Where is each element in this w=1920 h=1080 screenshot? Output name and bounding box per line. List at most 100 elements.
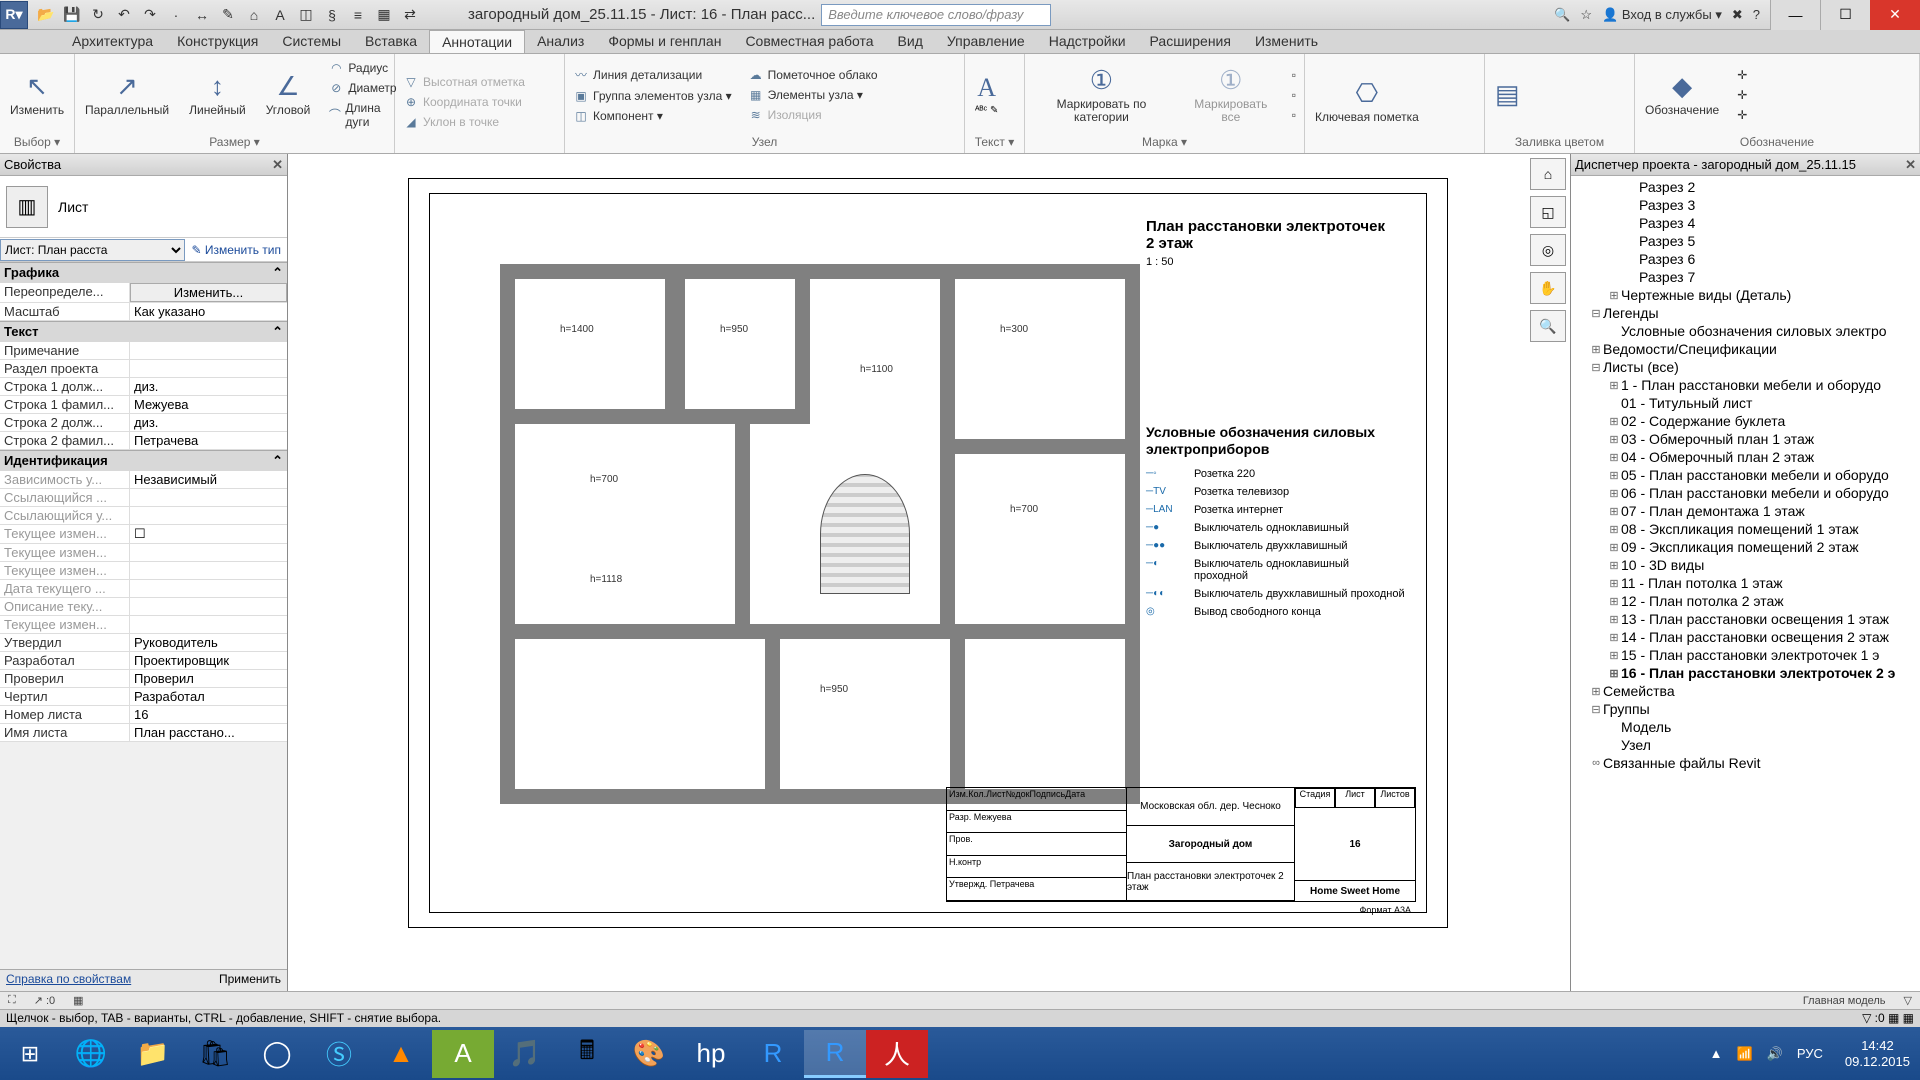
close-hidden-icon[interactable]: ▦ <box>374 5 394 25</box>
chrome-icon[interactable]: ◯ <box>246 1030 308 1078</box>
tag-icon[interactable]: ⌂ <box>244 5 264 25</box>
close-icon[interactable]: ✕ <box>1905 157 1916 173</box>
ribbon-tab[interactable]: Вставка <box>353 30 429 53</box>
revit-icon[interactable]: R <box>804 1030 866 1078</box>
close-icon[interactable]: ✕ <box>272 157 283 173</box>
symbol-button[interactable]: ◆Обозначение <box>1639 67 1725 121</box>
search-input[interactable]: Введите ключевое слово/фразу <box>821 4 1051 26</box>
print-icon[interactable]: · <box>166 5 186 25</box>
ribbon-tab[interactable]: Расширения <box>1138 30 1243 53</box>
ribbon-tab[interactable]: Совместная работа <box>733 30 885 53</box>
network-icon[interactable]: 📶 <box>1737 1046 1753 1062</box>
linear-dim-button[interactable]: ↕Линейный <box>183 67 252 121</box>
filter-icon[interactable]: ▽ <box>1904 994 1912 1007</box>
lang-indicator[interactable]: РУС <box>1797 1046 1823 1061</box>
ribbon-tab[interactable]: Архитектура <box>60 30 165 53</box>
ie-icon[interactable]: 🌐 <box>60 1030 122 1078</box>
volume-icon[interactable]: 🔊 <box>1767 1046 1783 1062</box>
angular-dim-button[interactable]: ∠Угловой <box>260 67 317 121</box>
arc-length-button[interactable]: ⌒Длина дуги <box>324 99 400 131</box>
home-icon[interactable]: ⌂ <box>1530 158 1566 190</box>
tree-node[interactable]: ⊞03 - Обмерочный план 1 этаж <box>1571 430 1920 448</box>
help-icon[interactable]: ? <box>1753 7 1760 22</box>
tree-node[interactable]: ⊞16 - План расстановки электроточек 2 э <box>1571 664 1920 682</box>
keynote-button[interactable]: ⎔Ключевая пометка <box>1309 74 1425 128</box>
app-menu-button[interactable]: R▾ <box>0 1 28 29</box>
explorer-icon[interactable]: 📁 <box>122 1030 184 1078</box>
calc-icon[interactable]: 🖩 <box>556 1030 618 1078</box>
hp-icon[interactable]: hp <box>680 1030 742 1078</box>
scale-value[interactable]: Как указано <box>130 303 287 320</box>
tree-node[interactable]: Условные обозначения силовых электро <box>1571 322 1920 340</box>
ribbon-tab[interactable]: Аннотации <box>429 30 525 53</box>
tree-node[interactable]: ⊞Ведомости/Спецификации <box>1571 340 1920 358</box>
tree-node[interactable]: ⊞14 - План расстановки освещения 2 этаж <box>1571 628 1920 646</box>
switch-windows-icon[interactable]: ⇄ <box>400 5 420 25</box>
tree-node[interactable]: ⊞05 - План расстановки мебели и оборудо <box>1571 466 1920 484</box>
wheel-icon[interactable]: ◎ <box>1530 234 1566 266</box>
properties-help-link[interactable]: Справка по свойствам <box>6 972 131 989</box>
exchange-icon[interactable]: ✖ <box>1732 7 1743 23</box>
tree-node[interactable]: ⊞09 - Экспликация помещений 2 этаж <box>1571 538 1920 556</box>
undo-icon[interactable]: ↶ <box>114 5 134 25</box>
tree-node[interactable]: ⊞07 - План демонтажа 1 этаж <box>1571 502 1920 520</box>
default3d-icon[interactable]: ◫ <box>296 5 316 25</box>
project-tree[interactable]: Разрез 2Разрез 3Разрез 4Разрез 5Разрез 6… <box>1571 176 1920 991</box>
tree-node[interactable]: Разрез 3 <box>1571 196 1920 214</box>
tree-node[interactable]: ⊟Листы (все) <box>1571 358 1920 376</box>
skype-icon[interactable]: Ⓢ <box>308 1030 370 1078</box>
tree-node[interactable]: Узел <box>1571 736 1920 754</box>
close-button[interactable]: ✕ <box>1870 0 1920 30</box>
sync-icon[interactable]: ↻ <box>88 5 108 25</box>
search-icon[interactable]: 🔍 <box>1554 7 1570 23</box>
scale-icon[interactable]: ⛶ <box>8 994 16 1007</box>
category-header[interactable]: Графика⌃ <box>0 262 287 283</box>
tree-node[interactable]: Разрез 2 <box>1571 178 1920 196</box>
floor-plan[interactable]: h=1400 h=950 h=1100 h=300 h=700 h=1118 h… <box>460 224 1170 844</box>
tree-node[interactable]: 01 - Титульный лист <box>1571 394 1920 412</box>
tree-node[interactable]: Модель <box>1571 718 1920 736</box>
text-icon[interactable]: A <box>270 5 290 25</box>
tree-node[interactable]: ⊞08 - Экспликация помещений 1 этаж <box>1571 520 1920 538</box>
paint-icon[interactable]: 🎨 <box>618 1030 680 1078</box>
tree-node[interactable]: ⊞13 - План расстановки освещения 1 этаж <box>1571 610 1920 628</box>
store-icon[interactable]: 🛍 <box>184 1030 246 1078</box>
diameter-button[interactable]: ⊘Диаметр <box>324 79 400 97</box>
thin-lines-icon[interactable]: ≡ <box>348 5 368 25</box>
tree-node[interactable]: ⊟Группы <box>1571 700 1920 718</box>
override-button[interactable]: Изменить... <box>130 283 287 302</box>
ribbon-tab[interactable]: Управление <box>935 30 1037 53</box>
category-header[interactable]: Идентификация⌃ <box>0 450 287 471</box>
signin-button[interactable]: 👤 Вход в службы ▾ <box>1602 7 1722 23</box>
detail-group-button[interactable]: ▣Группа элементов узла ▾ <box>569 87 736 105</box>
ribbon-tab[interactable]: Изменить <box>1243 30 1330 53</box>
ribbon-tab[interactable]: Формы и генплан <box>596 30 733 53</box>
detail-line-button[interactable]: 〰Линия детализации <box>569 64 736 85</box>
viewcube-icon[interactable]: ◱ <box>1530 196 1566 228</box>
tree-node[interactable]: ⊞06 - План расстановки мебели и оборудо <box>1571 484 1920 502</box>
note-value[interactable] <box>130 342 287 359</box>
tree-node[interactable]: ⊟Легенды <box>1571 304 1920 322</box>
start-button[interactable]: ⊞ <box>0 1027 60 1080</box>
aligned-dim-button[interactable]: ↗Параллельный <box>79 67 175 121</box>
text-button[interactable]: Aᴬᴮᶜ ✎ <box>969 69 1004 120</box>
tree-node[interactable]: ⊞02 - Содержание буклета <box>1571 412 1920 430</box>
drawing-area[interactable]: h=1400 h=950 h=1100 h=300 h=700 h=1118 h… <box>288 154 1570 991</box>
tree-node[interactable]: ⊞Семейства <box>1571 682 1920 700</box>
filter-select[interactable]: Лист: План расста <box>0 239 185 261</box>
component-button[interactable]: ◫Компонент ▾ <box>569 107 736 125</box>
clock[interactable]: 14:4209.12.2015 <box>1835 1038 1920 1069</box>
ribbon-tab[interactable]: Вид <box>886 30 935 53</box>
path-symbol-icon[interactable]: ✛ <box>1733 106 1751 124</box>
measure-icon[interactable]: ↔ <box>192 5 212 25</box>
detail-level-icon[interactable]: ▦ <box>73 994 83 1007</box>
pdf-icon[interactable]: 人 <box>866 1030 928 1078</box>
tray-expand-icon[interactable]: ▲ <box>1710 1046 1723 1061</box>
modify-button[interactable]: ↖Изменить <box>4 67 70 121</box>
tree-node[interactable]: ⊞15 - План расстановки электроточек 1 э <box>1571 646 1920 664</box>
ribbon-tab[interactable]: Системы <box>270 30 353 53</box>
tree-node[interactable]: Разрез 7 <box>1571 268 1920 286</box>
detail-elems-button[interactable]: ▦Элементы узла ▾ <box>744 86 882 104</box>
zoom-icon[interactable]: 🔍 <box>1530 310 1566 342</box>
ribbon-tab[interactable]: Анализ <box>525 30 596 53</box>
